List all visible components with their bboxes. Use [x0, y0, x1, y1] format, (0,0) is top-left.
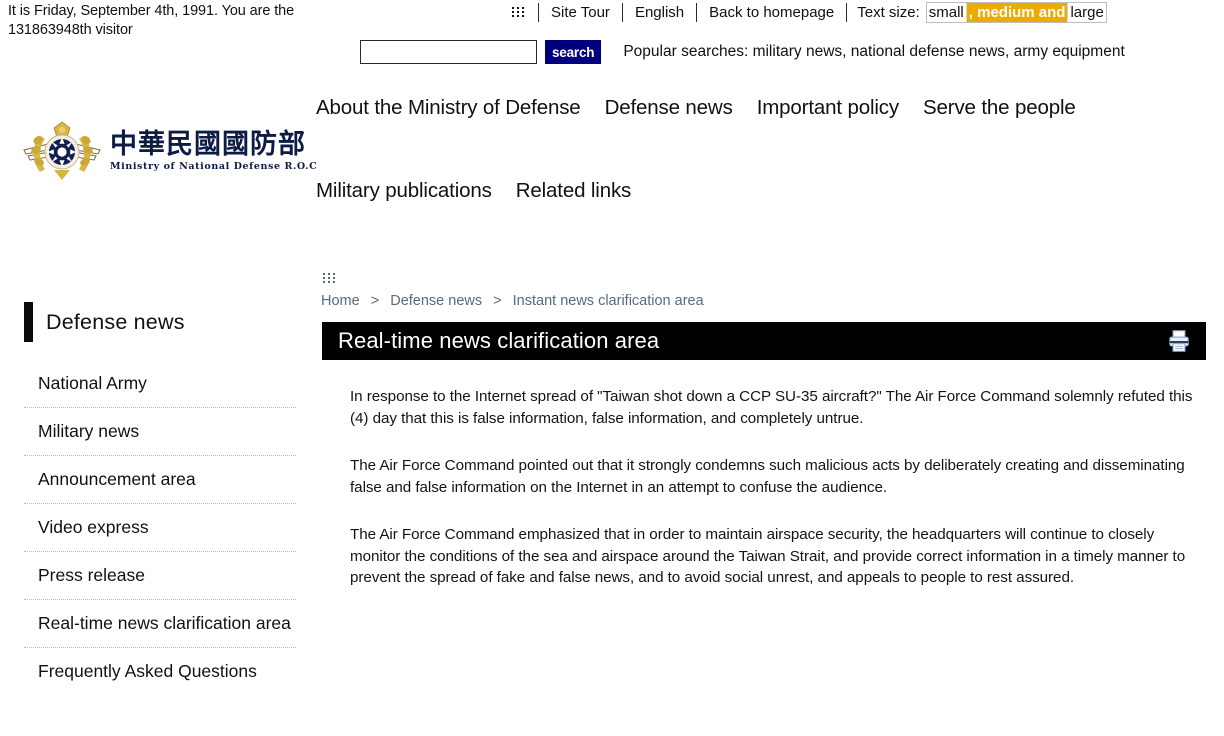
sidebar-heading-label: Defense news: [46, 309, 185, 334]
search-input[interactable]: [360, 40, 537, 64]
sidebar-item-video-express[interactable]: Video express: [24, 504, 296, 552]
text-size-medium-button[interactable]: , medium and: [966, 2, 1069, 22]
sidebar-item-press-release[interactable]: Press release: [24, 552, 296, 600]
article-paragraph: The Air Force Command emphasized that in…: [350, 526, 1186, 586]
mnd-emblem-icon: [23, 121, 101, 180]
divider: [846, 2, 848, 22]
divider: [538, 2, 539, 22]
breadcrumb: Home > Defense news > Instant news clari…: [321, 293, 704, 309]
visitor-counter-notice: It is Friday, September 4th, 1991. You a…: [8, 3, 295, 38]
printer-icon[interactable]: [1166, 328, 1192, 354]
breadcrumb-separator: >: [370, 293, 380, 309]
text-size-label: Text size:: [857, 3, 920, 21]
sidebar-item-real-time-news-clarification-area[interactable]: Real-time news clarification area: [24, 600, 296, 648]
sidebar-item-military-news[interactable]: Military news: [24, 408, 296, 456]
page-title: Real-time news clarification area: [338, 328, 660, 353]
logo-text: 中華民國國防部 Ministry of National Defense R.O…: [110, 129, 318, 173]
nav-item-about-the-ministry-of-defense[interactable]: About the Ministry of Defense: [316, 96, 581, 120]
nav-item-defense-news[interactable]: Defense news: [605, 96, 733, 120]
main-nav-row-1: About the Ministry of Defense Defense ne…: [316, 96, 1136, 138]
breadcrumb-item-current: Instant news clarification area: [512, 293, 704, 309]
logo-chinese-name: 中華民國國防部: [110, 129, 306, 160]
top-link-site-tour[interactable]: Site Tour: [549, 4, 612, 21]
main-nav-row-2: Military publications Related links: [316, 179, 1136, 221]
breadcrumb-separator: >: [493, 293, 502, 309]
nav-item-serve-the-people[interactable]: Serve the people: [923, 96, 1076, 120]
logo-english-name: Ministry of National Defense R.O.C: [110, 161, 318, 172]
accessibility-anchor-icon[interactable]: [512, 6, 526, 18]
search-button[interactable]: search: [545, 40, 602, 64]
text-size-small-button[interactable]: small: [926, 2, 967, 22]
breadcrumb-accessibility-anchor-icon[interactable]: [323, 272, 337, 284]
article-paragraph: The Air Force Command pointed out that i…: [350, 457, 1185, 496]
sidebar: Defense news National Army Military news…: [24, 300, 296, 695]
top-link-english[interactable]: English: [633, 4, 686, 21]
divider: [696, 2, 698, 22]
sidebar-item-frequently-asked-questions[interactable]: Frequently Asked Questions: [24, 648, 296, 695]
nav-item-military-publications[interactable]: Military publications: [316, 179, 492, 203]
text-size-large-button[interactable]: large: [1068, 2, 1106, 22]
search-row: search Popular searches: military news, …: [360, 40, 1125, 64]
top-utility-bar: Site Tour English Back to homepage Text …: [512, 1, 1107, 23]
sidebar-list: National Army Military news Announcement…: [24, 360, 296, 695]
sidebar-item-national-army[interactable]: National Army: [24, 360, 296, 408]
sidebar-heading-marker: [24, 302, 33, 342]
text-size-group: small , medium and large: [925, 1, 1107, 23]
breadcrumb-item-defense-news[interactable]: Defense news: [390, 293, 482, 309]
nav-item-important-policy[interactable]: Important policy: [757, 96, 899, 120]
breadcrumb-item-home[interactable]: Home: [321, 293, 360, 309]
sidebar-item-announcement-area[interactable]: Announcement area: [24, 456, 296, 504]
article-paragraph: In response to the Internet spread of "T…: [350, 388, 1193, 427]
popular-searches-text: Popular searches: military news, nationa…: [623, 43, 1125, 60]
site-logo[interactable]: 中華民國國防部 Ministry of National Defense R.O…: [18, 118, 317, 184]
sidebar-heading: Defense news: [24, 300, 296, 344]
main-navigation: About the Ministry of Defense Defense ne…: [316, 96, 1136, 221]
article-body: In response to the Internet spread of "T…: [350, 386, 1208, 615]
divider: [621, 2, 623, 22]
content-title-bar: Real-time news clarification area: [322, 322, 1206, 360]
nav-item-related-links[interactable]: Related links: [516, 179, 632, 203]
page-root: It is Friday, September 4th, 1991. You a…: [0, 0, 1224, 736]
top-link-back-to-homepage[interactable]: Back to homepage: [707, 4, 836, 21]
